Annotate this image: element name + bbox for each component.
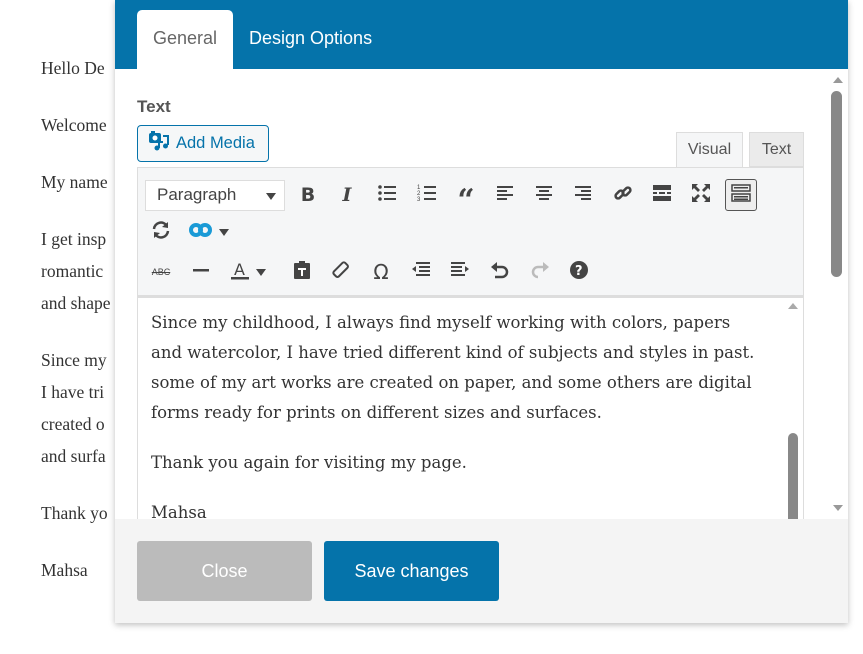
text-color-icon: A — [230, 260, 250, 285]
refresh-button[interactable] — [147, 218, 175, 246]
bullet-list-icon — [377, 183, 397, 208]
italic-icon: I — [342, 184, 352, 206]
format-select[interactable]: Paragraph — [145, 180, 285, 211]
content-paragraph: Mahsa — [151, 503, 207, 519]
modal-body: Text Add Media Visual Text Paragraph B I… — [115, 69, 848, 519]
outdent-icon — [411, 260, 431, 285]
redo-icon — [530, 260, 550, 285]
italic-button[interactable]: I — [333, 181, 361, 209]
align-center-button[interactable] — [530, 181, 558, 209]
read-more-button[interactable] — [648, 181, 676, 209]
modal-footer: Close Save changes — [115, 519, 848, 623]
content-paragraph: Thank you again for visiting my page. — [151, 453, 467, 472]
strikethrough-button[interactable]: ABC — [147, 258, 175, 286]
tab-general[interactable]: General — [137, 10, 233, 69]
undo-icon — [490, 260, 510, 285]
add-media-button[interactable]: Add Media — [137, 125, 269, 162]
tab-design-options[interactable]: Design Options — [249, 10, 372, 69]
bg-text-line: and shape — [41, 293, 111, 313]
read-more-icon — [652, 183, 672, 208]
align-center-icon — [534, 183, 554, 208]
bullet-list-button[interactable] — [373, 181, 401, 209]
help-button[interactable]: ? — [565, 258, 593, 286]
bg-text-line: Mahsa — [41, 560, 88, 580]
editor-content[interactable]: Since my childhood, I always find myself… — [137, 298, 804, 519]
fullscreen-icon — [691, 183, 711, 208]
clear-formatting-button[interactable] — [327, 258, 355, 286]
content-paragraph: Since my childhood, I always find myself… — [151, 313, 755, 422]
format-select-value: Paragraph — [157, 185, 237, 204]
link-icon — [613, 183, 633, 208]
bg-text-line: Since my — [41, 350, 107, 370]
align-left-icon — [495, 183, 515, 208]
edit-text-modal: General Design Options Text Add Media Vi… — [115, 0, 848, 623]
bold-button[interactable]: B — [294, 181, 322, 209]
bg-text-line: Welcome — [41, 115, 107, 135]
blockquote-icon: “ — [457, 183, 475, 218]
bg-text-line: My name — [41, 172, 108, 192]
special-character-button[interactable]: Ω — [367, 258, 395, 286]
modal-header: General Design Options — [115, 0, 848, 69]
svg-text:3: 3 — [417, 197, 421, 203]
toolbar-toggle-button[interactable] — [725, 179, 757, 211]
infinity-dropdown-button[interactable] — [187, 218, 231, 246]
bg-text-line: romantic — [41, 261, 104, 281]
paste-text-icon — [292, 260, 312, 285]
editor-tab-text[interactable]: Text — [749, 132, 804, 167]
link-button[interactable] — [609, 181, 637, 209]
blockquote-button[interactable]: “ — [452, 181, 480, 218]
chevron-down-icon — [219, 228, 229, 236]
text-color-button[interactable]: A — [226, 258, 270, 286]
chevron-down-icon — [266, 193, 276, 200]
editor-tab-visual[interactable]: Visual — [676, 132, 743, 168]
numbered-list-icon: 123 — [417, 183, 437, 208]
align-left-button[interactable] — [491, 181, 519, 209]
toolbar-toggle-icon — [731, 183, 751, 208]
indent-button[interactable] — [446, 258, 474, 286]
indent-icon — [450, 260, 470, 285]
field-label: Text — [137, 97, 171, 116]
numbered-list-button[interactable]: 123 — [413, 181, 441, 209]
svg-text:?: ? — [575, 264, 583, 279]
bg-text-line: I get insp — [41, 229, 107, 249]
save-changes-button[interactable]: Save changes — [324, 541, 499, 601]
add-media-label: Add Media — [176, 134, 255, 152]
special-character-icon: Ω — [373, 260, 389, 284]
bg-text-line: Thank yo — [41, 503, 108, 523]
redo-button[interactable] — [526, 258, 554, 286]
help-icon: ? — [569, 260, 589, 285]
infinity-icon — [189, 220, 213, 245]
bold-icon: B — [300, 184, 316, 206]
align-right-button[interactable] — [569, 181, 597, 209]
close-button[interactable]: Close — [137, 541, 312, 601]
bg-text-line: I have tri — [41, 382, 105, 402]
horizontal-line-icon — [191, 260, 211, 285]
chevron-down-icon — [256, 268, 266, 276]
bg-text-line: and surfa — [41, 446, 106, 466]
strikethrough-icon: ABC — [151, 267, 171, 277]
bg-text-line: Hello De — [41, 58, 105, 78]
editor-scroll-up-icon[interactable] — [788, 303, 798, 309]
editor-toolbar: Paragraph B I 123 “ ABC A Ω ? — [137, 167, 804, 298]
fullscreen-button[interactable] — [687, 181, 715, 209]
modal-scrollbar-thumb[interactable] — [831, 91, 842, 277]
align-right-icon — [573, 183, 593, 208]
clear-formatting-icon — [331, 260, 351, 285]
svg-text:A: A — [234, 260, 245, 279]
undo-button[interactable] — [486, 258, 514, 286]
modal-scroll-up-icon[interactable] — [833, 77, 843, 83]
outdent-button[interactable] — [407, 258, 435, 286]
paste-text-button[interactable] — [288, 258, 316, 286]
refresh-icon — [151, 220, 171, 245]
editor-scrollbar-thumb[interactable] — [788, 433, 798, 519]
horizontal-line-button[interactable] — [187, 258, 215, 286]
modal-scroll-down-icon[interactable] — [833, 505, 843, 511]
bg-text-line: created o — [41, 414, 105, 434]
media-icon — [148, 130, 170, 157]
